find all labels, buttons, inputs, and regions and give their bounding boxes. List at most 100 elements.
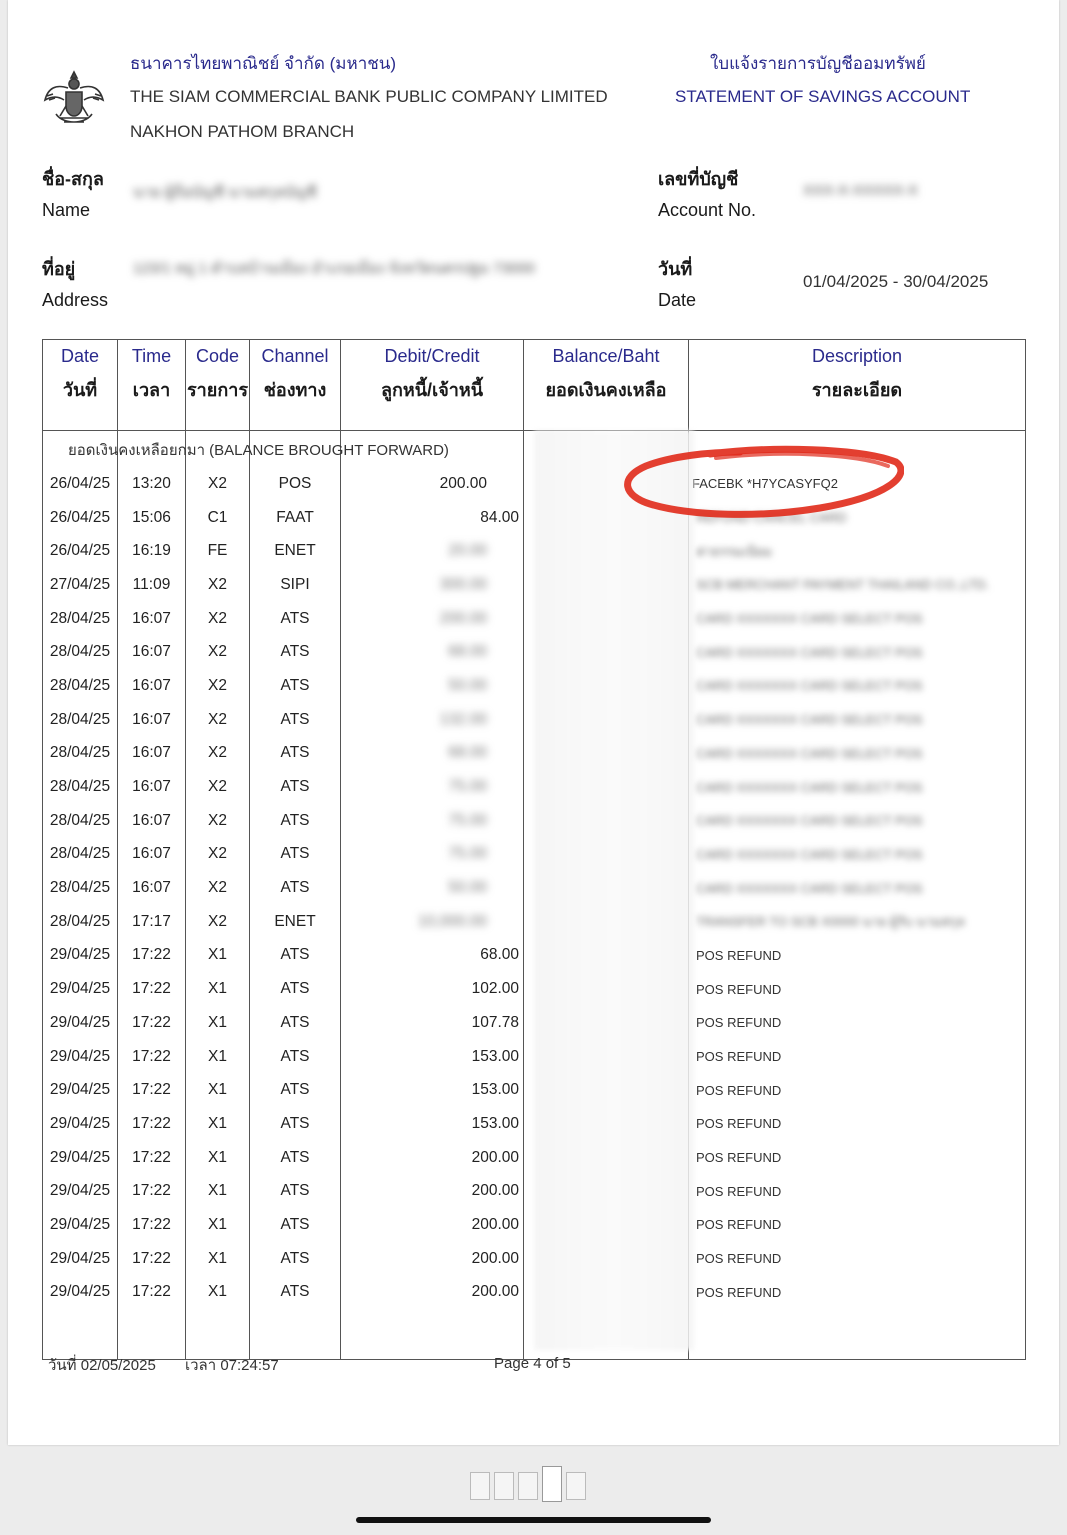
- cell-date: 29/04/25: [42, 972, 118, 1006]
- cell-description: POS REFUND: [688, 1174, 1026, 1209]
- cell-code: X2: [185, 837, 250, 872]
- cell-amount: 75.00: [340, 837, 524, 872]
- address-label-english: Address: [42, 290, 109, 310]
- account-value: XXX-X-XXXXX-X: [803, 182, 919, 199]
- cell-time: 16:07: [117, 770, 186, 804]
- page-thumbnail[interactable]: [518, 1472, 538, 1500]
- name-label-thai: ชื่อ-สกุล: [42, 169, 104, 189]
- cell-description: POS REFUND: [688, 1107, 1026, 1141]
- cell-code: X1: [185, 1208, 250, 1242]
- cell-description: POS REFUND: [688, 1039, 1026, 1074]
- cell-time: 16:07: [117, 736, 186, 771]
- print-time: เวลา 07:24:57: [185, 1357, 279, 1374]
- cell-date: 29/04/25: [42, 1174, 118, 1209]
- cell-amount: 50.00: [340, 669, 524, 703]
- cell-description: CARD XXXXXXX CARD SELECT POS: [688, 635, 1026, 670]
- cell-code: X1: [185, 1073, 250, 1108]
- cell-channel: FAAT: [249, 500, 341, 535]
- cell-code: X1: [185, 1241, 250, 1276]
- col-header-code: Code รายการ: [185, 339, 250, 431]
- date-label-english: Date: [658, 290, 697, 310]
- cell-date: 26/04/25: [42, 500, 118, 535]
- cell-code: X2: [185, 669, 250, 703]
- cell-channel: ATS: [249, 601, 341, 636]
- account-label-thai: เลขที่บัญชี: [658, 169, 739, 189]
- date-label-thai: วันที่: [658, 259, 693, 279]
- page-thumbnail[interactable]: [470, 1472, 490, 1500]
- cell-description: POS REFUND: [688, 1140, 1026, 1175]
- cell-code: X2: [185, 770, 250, 804]
- cell-description: POS REFUND: [688, 1073, 1026, 1108]
- cell-date: 28/04/25: [42, 601, 118, 636]
- cell-channel: ENET: [249, 534, 341, 569]
- cell-amount: 153.00: [340, 1073, 524, 1108]
- cell-code: X2: [185, 702, 250, 737]
- cell-time: 15:06: [117, 500, 186, 535]
- col-header-time: Time เวลา: [117, 339, 186, 431]
- name-label-english: Name: [42, 200, 91, 220]
- cell-code: X1: [185, 1006, 250, 1040]
- cell-description: ค่าธรรมเนียม: [688, 534, 1026, 569]
- cell-date: 29/04/25: [42, 938, 118, 973]
- cell-amount: 68.00: [340, 635, 524, 670]
- cell-code: X1: [185, 938, 250, 973]
- cell-description: CARD XXXXXXX CARD SELECT POS: [688, 702, 1026, 737]
- cell-date: 28/04/25: [42, 770, 118, 804]
- cell-time: 17:22: [117, 1039, 186, 1074]
- cell-description: CARD XXXXXXX CARD SELECT POS: [688, 736, 1026, 771]
- cell-description: POS REFUND: [688, 1275, 1026, 1310]
- cell-description: CARD XXXXXXX CARD SELECT POS: [688, 601, 1026, 636]
- col-header-description: Description รายละเอียด: [688, 339, 1026, 431]
- cell-amount: 84.00: [340, 500, 524, 535]
- cell-amount: 200.00: [340, 1241, 524, 1276]
- cell-channel: ATS: [249, 871, 341, 905]
- cell-amount: 200.00: [340, 601, 524, 636]
- cell-date: 28/04/25: [42, 904, 118, 939]
- cell-time: 17:22: [117, 1107, 186, 1141]
- page-thumbnail[interactable]: [494, 1472, 514, 1500]
- cell-description: POS REFUND: [688, 1241, 1026, 1276]
- cell-amount: 300.00: [340, 568, 524, 602]
- col-header-channel: Channel ช่องทาง: [249, 339, 341, 431]
- cell-time: 17:22: [117, 1140, 186, 1175]
- cell-description: POS REFUND: [688, 972, 1026, 1006]
- cell-time: 16:07: [117, 601, 186, 636]
- cell-amount: 132.00: [340, 702, 524, 737]
- cell-date: 28/04/25: [42, 837, 118, 872]
- cell-time: 13:20: [117, 467, 186, 501]
- cell-time: 17:22: [117, 1208, 186, 1242]
- home-indicator[interactable]: [356, 1517, 711, 1523]
- cell-channel: ATS: [249, 972, 341, 1006]
- cell-amount: 153.00: [340, 1107, 524, 1141]
- cell-code: X2: [185, 736, 250, 771]
- cell-code: X2: [185, 601, 250, 636]
- cell-amount: 200.00: [340, 467, 524, 501]
- cell-description: POS REFUND: [688, 1208, 1026, 1242]
- cell-date: 26/04/25: [42, 534, 118, 569]
- cell-description: SCB MERCHANT PAYMENT THAILAND CO.,LTD.: [688, 568, 1026, 602]
- page-thumbnail-strip: [470, 1466, 586, 1502]
- page-number: Page 4 of 5: [494, 1355, 571, 1372]
- cell-time: 17:22: [117, 972, 186, 1006]
- cell-date: 27/04/25: [42, 568, 118, 602]
- cell-time: 17:17: [117, 904, 186, 939]
- cell-channel: ATS: [249, 1140, 341, 1175]
- cell-time: 16:07: [117, 871, 186, 905]
- cell-date: 28/04/25: [42, 871, 118, 905]
- name-value: นาย ผู้ถือบัญชี นามสกุลบัญชี: [133, 184, 317, 201]
- cell-channel: ATS: [249, 938, 341, 973]
- cell-amount: 68.00: [340, 736, 524, 771]
- cell-date: 28/04/25: [42, 635, 118, 670]
- cell-code: X2: [185, 904, 250, 939]
- page-thumbnail-current[interactable]: [542, 1466, 562, 1502]
- cell-amount: 75.00: [340, 770, 524, 804]
- bank-name-english: THE SIAM COMMERCIAL BANK PUBLIC COMPANY …: [130, 87, 608, 106]
- cell-channel: ATS: [249, 669, 341, 703]
- cell-channel: ATS: [249, 770, 341, 804]
- cell-date: 29/04/25: [42, 1039, 118, 1074]
- page-thumbnail[interactable]: [566, 1472, 586, 1500]
- cell-channel: ATS: [249, 1275, 341, 1310]
- cell-description: TRANSFER TO SCB X0000 นาย ผู้รับ นามสกุล: [688, 904, 1026, 939]
- cell-time: 11:09: [117, 568, 186, 602]
- document-title-english: STATEMENT OF SAVINGS ACCOUNT: [675, 87, 971, 106]
